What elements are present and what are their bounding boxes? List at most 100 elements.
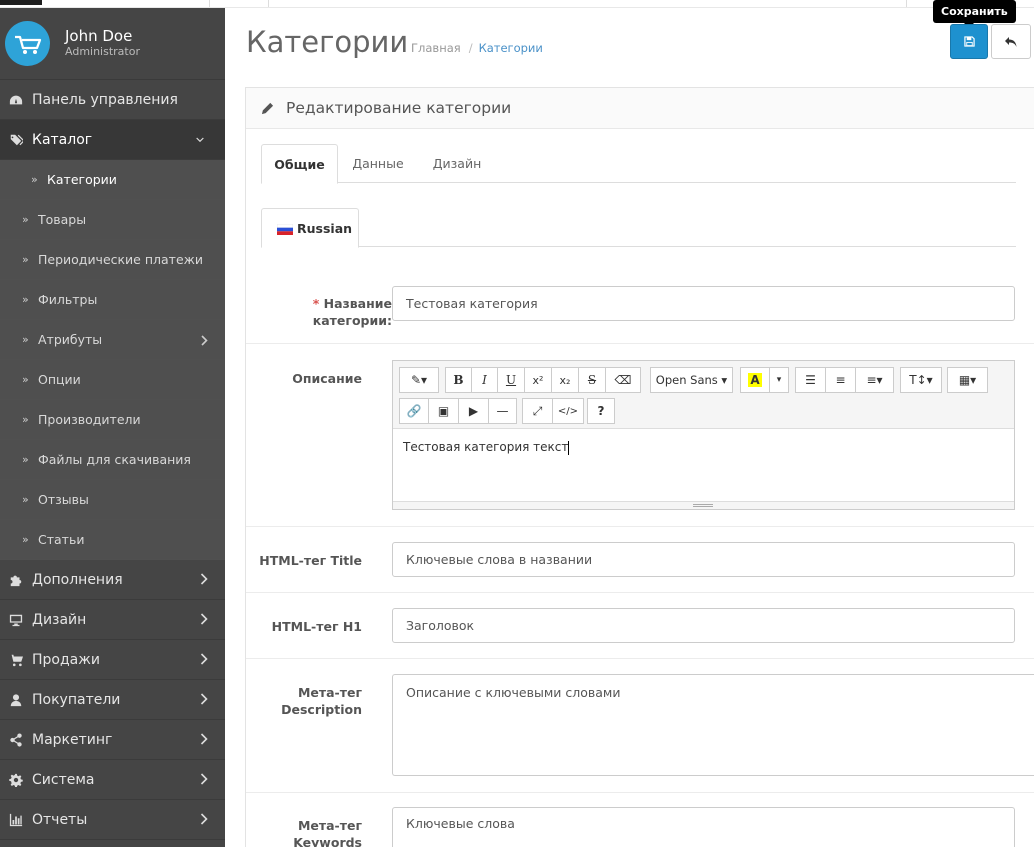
video-icon[interactable]: ▶ [458, 398, 489, 424]
code-view-icon[interactable]: </> [552, 398, 584, 424]
bold-button[interactable]: B [445, 367, 472, 393]
sidebar-subitem-reviews[interactable]: » Отзывы [0, 480, 225, 520]
panel-heading: Редактирование категории [246, 88, 1034, 129]
sidebar-subitem-products[interactable]: » Товары [0, 200, 225, 240]
top-divider [906, 0, 907, 7]
sidebar-subitem-label: Опции [38, 372, 81, 387]
double-chevron-icon: » [22, 293, 29, 306]
sidebar-item-marketing[interactable]: Маркетинг [0, 720, 225, 760]
russia-flag-icon [276, 223, 294, 235]
html-title-input[interactable]: Ключевые слова в названии [392, 542, 1015, 577]
help-icon[interactable]: ? [587, 398, 615, 424]
link-icon[interactable]: 🔗 [399, 398, 429, 424]
top-divider [268, 0, 269, 7]
magic-style-button[interactable]: ✎▾ [399, 367, 439, 393]
cog-icon [0, 773, 32, 787]
save-button[interactable] [950, 24, 988, 59]
sidebar-subitem-downloads[interactable]: » Файлы для скачивания [0, 440, 225, 480]
tab-design[interactable]: Дизайн [421, 144, 493, 183]
sidebar-subitem-label: Фильтры [38, 292, 98, 307]
table-icon[interactable]: ▦▾ [947, 367, 988, 393]
divider [246, 343, 1034, 344]
top-strip-dark-segment [0, 0, 42, 5]
top-divider [209, 0, 210, 7]
sidebar-item-sales[interactable]: Продажи [0, 640, 225, 680]
sidebar-subitem-recurring[interactable]: » Периодические платежи [0, 240, 225, 280]
paragraph-align-button[interactable]: ≡▾ [855, 367, 894, 393]
sidebar-subitem-manufacturers[interactable]: » Производители [0, 400, 225, 440]
edit-panel: Редактирование категории Общие Данные Ди… [245, 87, 1034, 847]
breadcrumb: Главная / Категории [411, 41, 543, 55]
divider [246, 526, 1034, 527]
sidebar-subitem-categories[interactable]: » Категории [0, 160, 225, 200]
chevron-right-icon [200, 613, 208, 625]
pencil-icon [261, 102, 274, 114]
line-height-button[interactable]: T↕▾ [900, 367, 942, 393]
ordered-list-icon[interactable]: ≡ [825, 367, 856, 393]
chevron-right-icon [200, 773, 208, 785]
superscript-button[interactable]: x² [524, 367, 552, 393]
tab-general[interactable]: Общие [261, 144, 338, 184]
html-title-label: HTML-тег Title [259, 553, 362, 568]
panel-title: Редактирование категории [286, 99, 512, 117]
underline-button[interactable]: U [497, 367, 525, 393]
text-caret [568, 440, 570, 455]
eraser-icon[interactable]: ⌫ [605, 367, 641, 393]
font-family-select[interactable]: Open Sans ▾ [650, 367, 733, 393]
sidebar-item-dashboard[interactable]: Панель управления [0, 80, 225, 120]
floppy-disk-icon [963, 36, 975, 47]
sidebar-item-label: Дизайн [32, 611, 87, 628]
sidebar-item-label: Покупатели [32, 691, 121, 708]
fullscreen-icon[interactable]: ⤢ [522, 398, 553, 424]
sidebar-item-reports[interactable]: Отчеты [0, 800, 225, 840]
sidebar-item-label: Дополнения [32, 571, 123, 588]
sidebar-item-label: Продажи [32, 651, 100, 668]
sidebar-subitem-attributes[interactable]: » Атрибуты [0, 320, 225, 360]
double-chevron-icon: » [22, 213, 29, 226]
double-chevron-icon: » [22, 333, 29, 346]
language-tabs: Russian [261, 208, 1016, 248]
section-tabs: Общие Данные Дизайн [261, 144, 1016, 184]
meta-keywords-label: Мета-тег Keywords [293, 818, 362, 847]
sidebar-subitem-label: Периодические платежи [38, 252, 204, 267]
sidebar-subitem-filters[interactable]: » Фильтры [0, 280, 225, 320]
sidebar-item-design[interactable]: Дизайн [0, 600, 225, 640]
sidebar-subitem-articles[interactable]: » Статьи [0, 520, 225, 560]
italic-button[interactable]: I [471, 367, 498, 393]
sidebar-subitem-options[interactable]: » Опции [0, 360, 225, 400]
sidebar-item-system[interactable]: Система [0, 760, 225, 800]
color-dropdown-button[interactable]: ▾ [769, 367, 789, 393]
back-button[interactable] [991, 24, 1031, 59]
breadcrumb-home[interactable]: Главная [411, 41, 461, 55]
user-profile[interactable]: John Doe Administrator [0, 8, 225, 80]
chevron-right-icon [200, 733, 208, 745]
meta-description-textarea[interactable]: Описание с ключевыми словами [392, 674, 1034, 776]
sidebar-subitem-label: Категории [47, 172, 117, 187]
sidebar-item-label: Маркетинг [32, 731, 113, 748]
sidebar-item-extensions[interactable]: Дополнения [0, 560, 225, 600]
sidebar-item-catalog[interactable]: Каталог [0, 120, 225, 160]
chevron-down-icon [196, 134, 208, 146]
tags-icon [0, 133, 32, 147]
user-icon [0, 693, 32, 707]
cart-logo-icon [5, 21, 50, 66]
unordered-list-icon[interactable]: ☰ [795, 367, 826, 393]
strikethrough-button[interactable]: S [578, 367, 606, 393]
cart-icon [0, 653, 32, 667]
chevron-right-icon [201, 334, 208, 346]
tab-data[interactable]: Данные [341, 144, 415, 183]
html-h1-input[interactable]: Заголовок [392, 608, 1015, 643]
category-name-input[interactable]: Тестовая категория [392, 286, 1015, 321]
horizontal-rule-icon[interactable]: — [488, 398, 517, 424]
sidebar-item-customers[interactable]: Покупатели [0, 680, 225, 720]
editor-toolbar: ✎▾ B I U x² x₂ S ⌫ Open Sans ▾ A ▾ ☰ ≡ ≡… [393, 361, 1014, 429]
breadcrumb-current[interactable]: Категории [479, 41, 543, 55]
image-icon[interactable]: ▣ [428, 398, 459, 424]
required-mark: * [312, 296, 320, 311]
meta-keywords-textarea[interactable]: Ключевые слова [392, 807, 1015, 847]
editor-content[interactable]: Тестовая категория текст [393, 429, 1014, 501]
highlight-color-button[interactable]: A [740, 367, 770, 393]
subscript-button[interactable]: x₂ [551, 367, 579, 393]
editor-resize-handle[interactable] [393, 501, 1014, 509]
tab-language-russian[interactable]: Russian [261, 208, 359, 248]
